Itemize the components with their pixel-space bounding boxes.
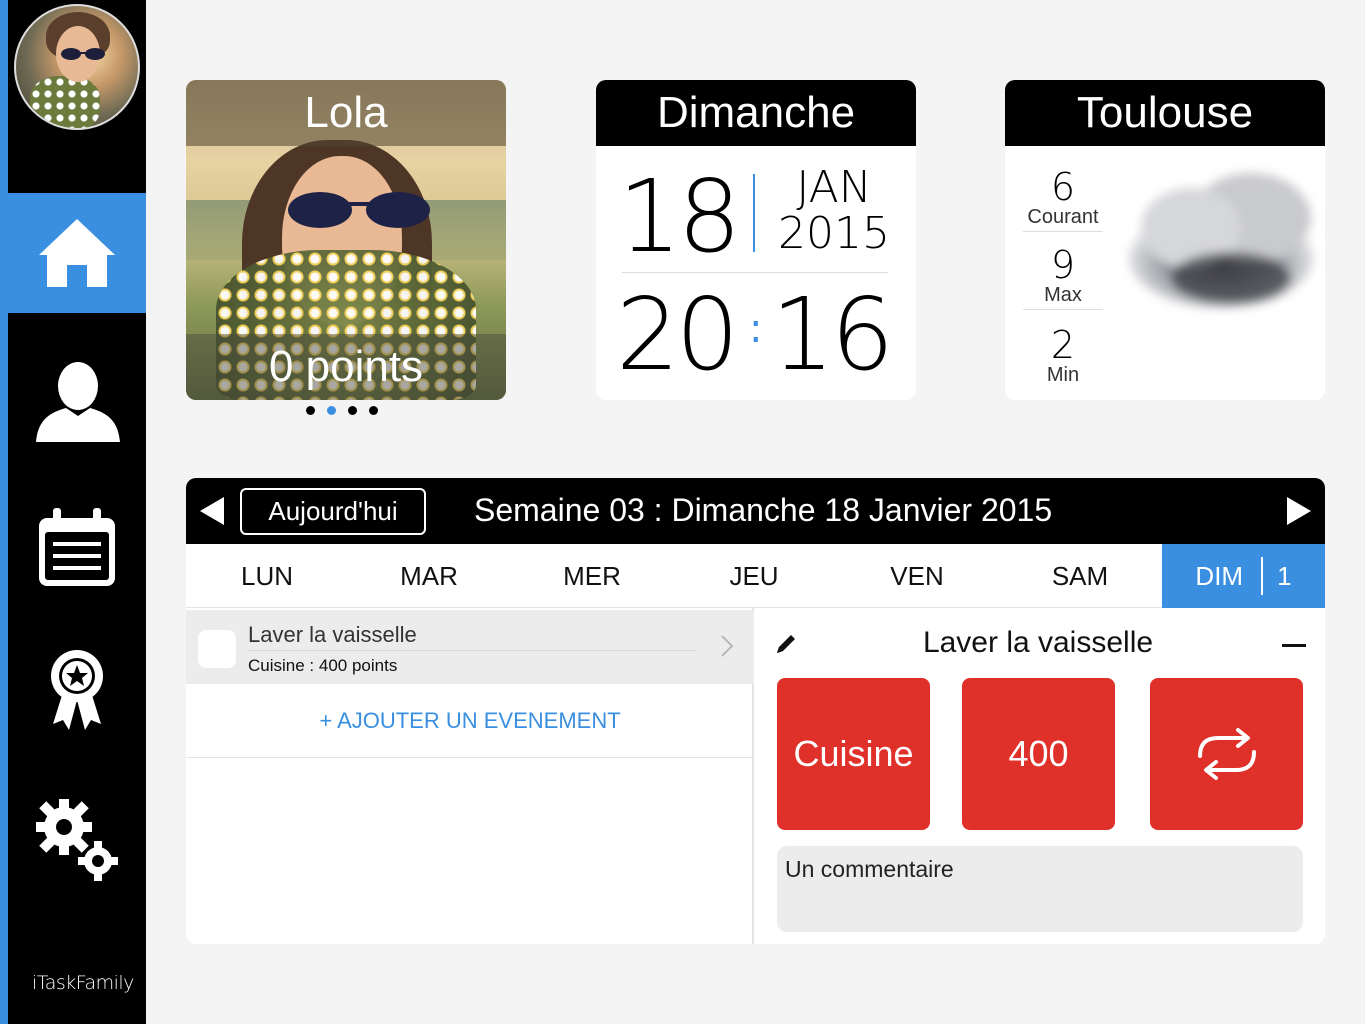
current-label: Courant xyxy=(1027,206,1099,228)
day-tab-sam[interactable]: SAM xyxy=(999,544,1161,608)
weather-current: 6 Courant xyxy=(1023,168,1103,232)
page-indicator[interactable] xyxy=(306,406,378,415)
page-dot[interactable] xyxy=(348,406,357,415)
chevron-right-icon xyxy=(721,635,734,657)
award-icon xyxy=(51,650,103,730)
day-tab-mer[interactable]: MER xyxy=(511,544,673,608)
date-divider xyxy=(753,174,755,252)
date-card: Dimanche 18 JAN 2015 20 : 16 xyxy=(596,80,916,400)
min-temp: 2 xyxy=(1050,323,1076,367)
sidebar-item-home[interactable] xyxy=(8,193,146,313)
triangle-right-icon xyxy=(1287,497,1311,525)
repeat-icon xyxy=(1197,728,1256,780)
event-title: Laver la vaisselle xyxy=(248,622,417,647)
divider xyxy=(1261,557,1264,595)
time-minutes: 16 xyxy=(771,276,894,393)
avatar[interactable] xyxy=(14,4,140,130)
sidebar: iTaskFamily xyxy=(0,0,146,1024)
today-button[interactable]: Aujourd'hui xyxy=(240,488,426,535)
event-detail: Laver la vaisselle Cuisine 400 xyxy=(756,608,1325,944)
collapse-button[interactable] xyxy=(1279,630,1309,660)
day-tab-label: DIM xyxy=(1195,560,1244,591)
event-row[interactable]: Laver la vaisselle Cuisine : 400 points xyxy=(186,610,754,684)
page-dot-active[interactable] xyxy=(327,406,336,415)
prev-week-button[interactable] xyxy=(198,496,226,526)
day-event-count: 1 xyxy=(1277,560,1292,591)
day-tab-lun[interactable]: LUN xyxy=(186,544,348,608)
sidebar-item-calendar[interactable] xyxy=(8,488,146,608)
calendar-panel: Aujourd'hui Semaine 03 : Dimanche 18 Jan… xyxy=(186,478,1325,944)
repeat-tile[interactable] xyxy=(1150,678,1303,830)
min-label: Min xyxy=(1046,364,1080,386)
minus-icon xyxy=(1282,643,1306,647)
max-temp: 9 xyxy=(1050,243,1076,287)
user-icon xyxy=(36,362,120,442)
city-header: Toulouse xyxy=(1005,80,1325,146)
comment-field[interactable] xyxy=(777,846,1303,932)
date-day: 18 xyxy=(618,158,741,275)
week-title: Semaine 03 : Dimanche 18 Janvier 2015 xyxy=(474,492,1053,528)
weather-min: 2 Min xyxy=(1023,326,1103,386)
sidebar-item-settings[interactable] xyxy=(8,780,146,900)
app-logo: iTaskFamily xyxy=(32,972,134,994)
detail-title: Laver la vaisselle xyxy=(922,626,1154,659)
add-event-button[interactable]: + AJOUTER UN EVENEMENT xyxy=(186,684,754,758)
profile-card[interactable]: Lola 0 points xyxy=(186,80,506,400)
profile-points: 0 points xyxy=(186,334,506,400)
points-tile[interactable]: 400 xyxy=(962,678,1115,830)
divider xyxy=(248,650,696,651)
events-list: Laver la vaisselle Cuisine : 400 points … xyxy=(186,608,754,944)
day-tab-mar[interactable]: MAR xyxy=(348,544,510,608)
event-subtitle: Cuisine : 400 points xyxy=(248,656,398,675)
calendar-toolbar: Aujourd'hui Semaine 03 : Dimanche 18 Jan… xyxy=(186,478,1325,544)
calendar-icon xyxy=(39,508,115,586)
date-month: JAN xyxy=(796,162,872,213)
category-tile[interactable]: Cuisine xyxy=(777,678,930,830)
sidebar-item-awards[interactable] xyxy=(8,630,146,750)
time-colon: : xyxy=(749,306,763,352)
sidebar-item-profile[interactable] xyxy=(8,340,146,460)
gears-icon xyxy=(36,799,118,881)
cloud-icon xyxy=(1129,173,1313,308)
divider xyxy=(622,272,888,273)
day-tab-jeu[interactable]: JEU xyxy=(673,544,835,608)
max-label: Max xyxy=(1044,284,1082,306)
triangle-left-icon xyxy=(200,497,224,525)
day-tab-dim[interactable]: DIM 1 xyxy=(1162,544,1325,608)
time-hours: 20 xyxy=(616,276,739,393)
day-tab-ven[interactable]: VEN xyxy=(836,544,998,608)
page-dot[interactable] xyxy=(306,406,315,415)
weather-max: 9 Max xyxy=(1023,246,1103,310)
next-week-button[interactable] xyxy=(1285,496,1313,526)
weather-card: Toulouse 6 Courant 9 Max 2 Min xyxy=(1005,80,1325,400)
event-checkbox[interactable] xyxy=(198,630,236,668)
home-icon xyxy=(39,219,115,287)
current-temp: 6 xyxy=(1050,165,1076,209)
weekday-header: Dimanche xyxy=(596,80,916,146)
profile-name: Lola xyxy=(186,80,506,146)
day-tabs: LUN MAR MER JEU VEN SAM DIM 1 xyxy=(186,544,1325,608)
page-dot[interactable] xyxy=(369,406,378,415)
date-year: 2015 xyxy=(778,208,890,259)
